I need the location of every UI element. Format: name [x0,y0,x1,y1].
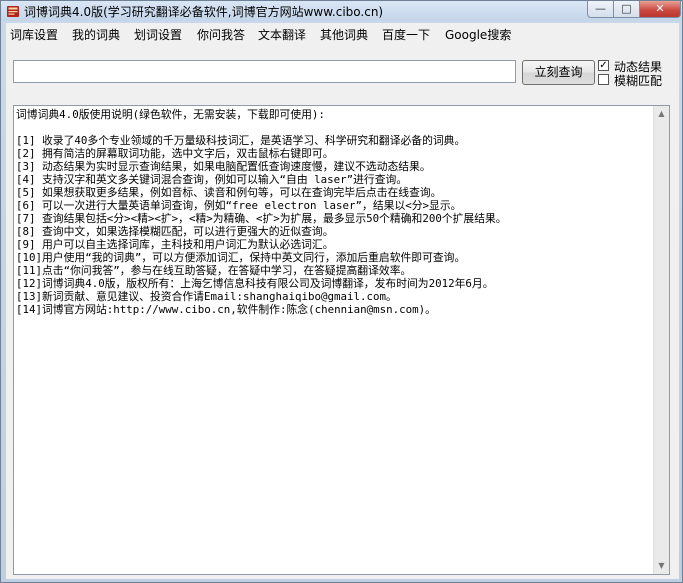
menu-item-google-search[interactable]: Google搜索 [445,26,511,43]
window-title: 词博词典4.0版(学习研究翻译必备软件,词博官方网站www.cibo.cn) [24,5,384,19]
text-line: [13]新词贡献、意见建议、投资合作请Email:shanghaiqibo@gm… [16,290,397,303]
text-line: [10]用户使用“我的词典”，可以方便添加词汇，保持中英文同行，添加后重启软件即… [16,251,466,264]
results-text: 词博词典4.0版使用说明(绿色软件，无需安装，下载即可使用): [1] 收录了4… [16,108,654,572]
menu-item-other-dictionaries[interactable]: 其他词典 [320,26,368,43]
dictionary-app-icon [7,6,19,17]
text-line [16,121,654,134]
text-line: [9] 用户可以自主选择词库，主科技和用户词汇为默认必选词汇。 [16,238,334,251]
app-window: 词博词典4.0版(学习研究翻译必备软件,词博官方网站www.cibo.cn) —… [0,0,683,583]
fuzzy-match-label: 模糊匹配 [614,74,663,88]
title-bar[interactable]: 词博词典4.0版(学习研究翻译必备软件,词博官方网站www.cibo.cn) —… [1,1,682,21]
text-line: [12]词博词典4.0版，版权所有：上海乞博信息科技有限公司及词博翻译，发布时间… [16,277,494,290]
vertical-scrollbar[interactable]: ▲ ▼ [653,106,669,574]
text-line: 词博词典4.0版使用说明(绿色软件，无需安装，下载即可使用): [16,108,325,121]
menu-item-q-and-a[interactable]: 你问我答 [197,26,245,43]
text-line: [4] 支持汉字和英文多关键词混合查询，例如可以输入“自由 laser”进行查询… [16,173,408,186]
search-input[interactable] [13,60,516,83]
scroll-up-arrow-icon[interactable]: ▲ [654,106,669,122]
text-line: [3] 动态结果为实时显示查询结果，如果电脑配置低查询速度慢，建议不选动态结果。 [16,160,431,173]
menu-item-text-translation[interactable]: 文本翻译 [258,26,306,43]
text-line: [1] 收录了40多个专业领域的千万量级科技词汇，是英语学习、科学研究和翻译必备… [16,134,466,147]
query-button[interactable]: 立刻查询 [522,60,595,85]
scroll-down-arrow-icon[interactable]: ▼ [654,558,669,574]
dynamic-results-checkbox[interactable]: ✓ [598,60,609,71]
menu-item-word-capture-settings[interactable]: 划词设置 [134,26,182,43]
close-button[interactable]: ✕ [639,1,681,18]
menu-item-my-dictionary[interactable]: 我的词典 [72,26,120,43]
text-line: [2] 拥有简洁的屏幕取词功能，选中文字后，双击鼠标右键即可。 [16,147,334,160]
results-text-area[interactable]: 词博词典4.0版使用说明(绿色软件，无需安装，下载即可使用): [1] 收录了4… [13,105,670,575]
fuzzy-match-checkbox[interactable] [598,74,609,85]
menu-item-baidu-search[interactable]: 百度一下 [382,26,430,43]
text-line: [5] 如果想获取更多结果，例如音标、读音和例句等，可以在查询完毕后点击在线查询… [16,186,442,199]
text-line: [14]词博官方网站:http://www.cibo.cn,软件制作:陈念(ch… [16,303,436,316]
menu-item-dictionary-settings[interactable]: 词库设置 [10,26,58,43]
client-area: 词库设置 我的词典 划词设置 你问我答 文本翻译 其他词典 百度一下 Googl… [6,23,679,579]
text-line: [7] 查询结果包括<分><精><扩>，<精>为精确、<扩>为扩展，最多显示50… [16,212,507,225]
maximize-button[interactable]: □ [613,1,640,18]
minimize-button[interactable]: — [587,1,614,18]
text-line: [11]点击“你问我答”，参与在线互助答疑，在答疑中学习，在答疑提高翻译效率。 [16,264,412,277]
menu-bar: 词库设置 我的词典 划词设置 你问我答 文本翻译 其他词典 百度一下 Googl… [6,23,679,45]
text-line: [8] 查询中文，如果选择模糊匹配，可以进行更强大的近似查询。 [16,225,334,238]
text-line: [6] 可以一次进行大量英语单词查询，例如“free electron lase… [16,199,462,212]
